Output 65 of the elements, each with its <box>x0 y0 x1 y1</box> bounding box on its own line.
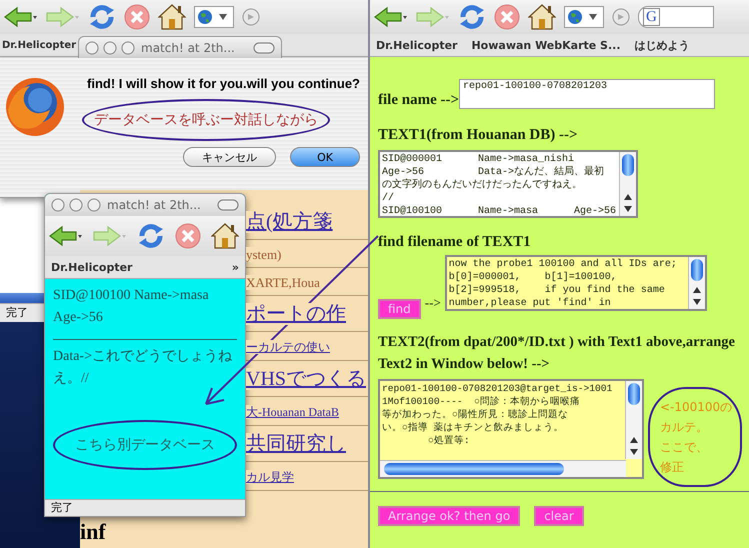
stop-icon[interactable] <box>124 4 150 30</box>
section-heading: TEXT2(from dpat/200*/ID.txt ) with Text1 above,arrange Text2 in Window below! --> <box>378 333 736 374</box>
stop-icon[interactable] <box>494 4 520 30</box>
cancel-button[interactable]: キャンセル <box>183 147 276 167</box>
home-icon[interactable] <box>211 223 239 249</box>
link[interactable]: ポートの作 <box>246 303 346 325</box>
horizontal-scrollbar[interactable] <box>0 293 44 303</box>
page-text: XARTE,Houa <box>246 275 320 290</box>
text-area[interactable]: SID@000001 Name->masa_nishi Age->56 Data->なんだ、結局、最初 の文字列のもんだいだけだったんですねえ。 // SID@100100 Name->masa Age->56 <box>378 150 638 218</box>
handwritten-note: <-100100の カルテ。 ここで、 修正 <box>648 387 742 487</box>
vertical-scrollbar[interactable] <box>625 381 642 459</box>
link[interactable]: ーカルテの使い <box>246 340 330 354</box>
go-icon[interactable] <box>612 8 630 26</box>
window-controls-icon[interactable] <box>85 40 135 54</box>
section-heading: TEXT1(from Houanan DB) --> <box>378 127 579 144</box>
vertical-scrollbar[interactable] <box>688 257 705 309</box>
vertical-scrollbar[interactable] <box>619 152 636 216</box>
bookmark-link[interactable]: Dr.Helicopter <box>376 38 458 52</box>
record-data: Data->これでどうでしょうねえ。// <box>53 348 233 388</box>
record-header: SID@100100 Name->masa Age->56 <box>53 287 210 327</box>
window-controls-icon[interactable] <box>51 198 101 212</box>
bookmark-link[interactable]: はじめよう <box>634 38 690 52</box>
go-icon[interactable] <box>242 8 260 26</box>
window-title: match! at 2th... <box>141 40 236 54</box>
bookmark-link[interactable]: Dr.Helicopter <box>2 40 76 50</box>
handwritten-note: こちら別データベース <box>53 420 237 470</box>
bookmark-link[interactable]: Dr.Helicopter <box>51 260 132 274</box>
reload-icon[interactable] <box>137 223 165 249</box>
ok-button[interactable]: OK <box>290 147 360 167</box>
location-dropdown[interactable] <box>194 6 234 28</box>
handwritten-note: データベースを呼ぶー対話しながら <box>82 99 330 141</box>
stop-icon[interactable] <box>175 223 201 249</box>
status-bar: 完了 <box>0 303 44 322</box>
page-text: ystem) <box>246 247 282 262</box>
toolbar-toggle-icon[interactable] <box>253 42 275 54</box>
search-field[interactable]: G <box>638 6 714 28</box>
link[interactable]: カル見学 <box>246 470 294 484</box>
more-bookmarks-button[interactable]: » <box>232 260 239 274</box>
horizontal-scrollbar[interactable] <box>380 460 626 477</box>
reload-icon[interactable] <box>88 4 116 30</box>
search-engine-logo: G <box>643 8 660 26</box>
home-icon[interactable] <box>158 4 186 30</box>
arrow-text: --> <box>424 295 441 311</box>
link[interactable]: 大-Houanan DataB <box>246 405 339 419</box>
link[interactable]: 点(処方箋 <box>246 211 333 233</box>
bookmark-link[interactable]: Howawan WebKarte S... <box>471 38 621 52</box>
home-icon[interactable] <box>528 4 556 30</box>
window-title: match! at 2th... <box>107 198 202 212</box>
back-arrow-icon[interactable] <box>49 225 83 247</box>
text-area[interactable]: now the probe1 100100 and all IDs are; b[0]=000001, b[1]=100100, b[2]=999518, if you find the same number,please put 'find' in <box>444 255 707 311</box>
status-bar: 完了 <box>45 499 245 516</box>
link[interactable]: VHSでつくる <box>246 368 366 390</box>
page-heading: inf <box>80 520 107 544</box>
reload-icon[interactable] <box>458 4 486 30</box>
dialog-message: find! I will show it for you.will you continue? <box>87 76 360 91</box>
section-heading: find filename of TEXT1 <box>378 234 532 251</box>
text-area[interactable]: repo01-100100-0708201203@target_is->1001 1Mof100100---- ○問診：本朝から咽喉痛 等が加わった。○陽性所見：聴診上問題な い。○指導 薬はキチンと飲みましょう。 ○処置等: <box>378 379 644 479</box>
field-label: file name --> <box>378 92 460 109</box>
app-logo-icon <box>4 76 66 138</box>
link[interactable]: 共同研究し <box>246 433 346 455</box>
toolbar-toggle-icon[interactable] <box>217 199 239 211</box>
back-arrow-icon[interactable] <box>4 6 38 28</box>
location-dropdown[interactable] <box>564 6 604 28</box>
back-arrow-icon[interactable] <box>374 6 408 28</box>
file-name-field[interactable]: repo01-100100-0708201203 <box>459 79 716 109</box>
